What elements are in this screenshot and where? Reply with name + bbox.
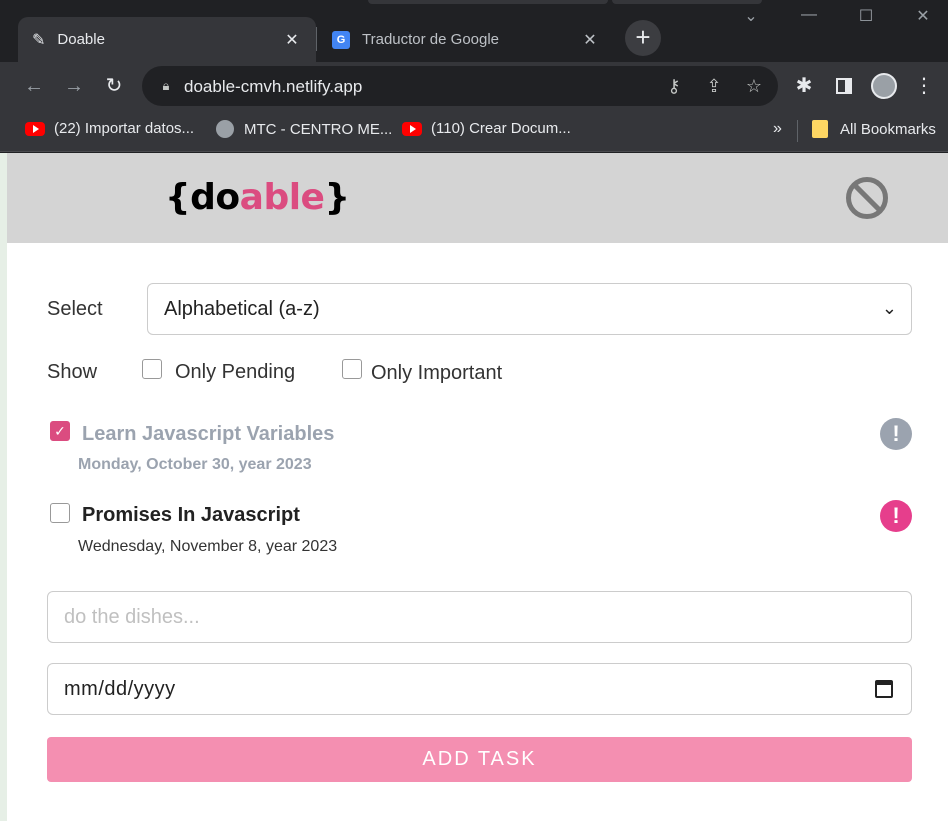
- tab-google-translate[interactable]: G Traductor de Google ✕: [318, 17, 614, 62]
- sort-label: Select: [47, 298, 103, 320]
- address-bar[interactable]: 🔒︎ doable-cmvh.netlify.app ⚷ ⇪ ☆: [142, 66, 778, 106]
- extensions-icon[interactable]: ✱: [790, 72, 818, 100]
- reload-icon[interactable]: ↻: [100, 72, 128, 100]
- tabstrip-edge: [368, 0, 608, 4]
- bookmarks-bar: (22) Importar datos... MTC - CENTRO ME..…: [0, 110, 948, 152]
- close-window-icon[interactable]: ✕: [908, 6, 938, 26]
- tab-title: Traductor de Google: [362, 31, 500, 48]
- window-edge: [0, 153, 7, 821]
- url-text: doable-cmvh.netlify.app: [184, 77, 363, 96]
- bookmark-item[interactable]: MTC - CENTRO ME...: [216, 120, 392, 138]
- new-tab-button[interactable]: +: [625, 20, 661, 56]
- tab-close-button[interactable]: ✕: [580, 30, 600, 50]
- maximize-icon[interactable]: ☐: [851, 6, 881, 26]
- app-header: {doable}: [7, 153, 948, 243]
- bookmark-label: (110) Crear Docum...: [431, 120, 571, 137]
- tab-title: Doable: [57, 31, 105, 48]
- app-logo: {doable}: [165, 177, 350, 218]
- pencil-icon: ✎: [32, 31, 46, 49]
- sort-select-value: Alphabetical (a-z): [164, 298, 320, 320]
- sort-select[interactable]: Alphabetical (a-z) ⌄: [147, 283, 912, 335]
- task-title-input[interactable]: do the dishes...: [47, 591, 912, 643]
- globe-icon: [216, 120, 234, 138]
- profile-avatar[interactable]: [870, 72, 898, 100]
- back-icon[interactable]: ←: [20, 72, 48, 100]
- all-bookmarks-button[interactable]: All Bookmarks: [812, 120, 936, 138]
- star-icon[interactable]: ☆: [742, 74, 766, 98]
- bookmark-label: MTC - CENTRO ME...: [244, 120, 393, 138]
- share-icon[interactable]: ⇪: [702, 74, 726, 98]
- tab-search-icon[interactable]: ⌄: [736, 6, 766, 26]
- task-title-placeholder: do the dishes...: [64, 606, 200, 628]
- bookmarks-overflow-button[interactable]: »: [773, 120, 782, 138]
- task-complete-checkbox[interactable]: ✓: [50, 421, 70, 441]
- tab-doable[interactable]: ✎ Doable ✕: [18, 17, 316, 62]
- browser-tabstrip: ✎ Doable ✕ G Traductor de Google ✕ + ⌄ —…: [0, 0, 948, 62]
- doable-app: {doable} Select Alphabetical (a-z) ⌄ Sho…: [7, 153, 948, 821]
- bookmark-item[interactable]: (22) Importar datos...: [25, 120, 194, 137]
- folder-icon: [812, 120, 828, 138]
- only-pending-checkbox[interactable]: [142, 359, 162, 379]
- add-task-button[interactable]: ADD TASK: [47, 737, 912, 782]
- lock-icon[interactable]: 🔒︎: [154, 74, 178, 98]
- minimize-icon[interactable]: —: [794, 6, 824, 24]
- only-important-label[interactable]: Only Important: [371, 362, 502, 385]
- key-icon[interactable]: ⚷: [662, 74, 686, 98]
- side-panel-icon[interactable]: [830, 72, 858, 100]
- tab-close-button[interactable]: ✕: [282, 30, 302, 50]
- show-label: Show: [47, 361, 98, 383]
- menu-icon[interactable]: ⋮: [910, 72, 938, 100]
- chevron-down-icon: ⌄: [881, 298, 897, 318]
- important-icon[interactable]: !: [880, 500, 912, 532]
- forward-icon[interactable]: →: [60, 72, 88, 100]
- bookmark-label: (22) Importar datos...: [54, 120, 195, 137]
- task-date: Monday, October 30, year 2023: [78, 456, 312, 473]
- google-translate-icon: G: [332, 30, 350, 49]
- browser-toolbar: ← → ↻ 🔒︎ doable-cmvh.netlify.app ⚷ ⇪ ☆ ✱…: [0, 62, 948, 110]
- task-date: Wednesday, November 8, year 2023: [78, 538, 338, 555]
- important-icon[interactable]: !: [880, 418, 912, 450]
- bookmarks-divider: [797, 120, 798, 142]
- only-pending-label[interactable]: Only Pending: [175, 361, 295, 384]
- task-complete-checkbox[interactable]: [50, 503, 70, 523]
- tabstrip-edge: [612, 0, 762, 4]
- task-title: Promises In Javascript: [82, 504, 300, 526]
- youtube-icon: [402, 121, 422, 136]
- all-bookmarks-label: All Bookmarks: [840, 120, 936, 138]
- only-important-checkbox[interactable]: [342, 359, 362, 379]
- youtube-icon: [25, 121, 45, 136]
- tab-divider: [316, 27, 317, 51]
- ban-icon[interactable]: [846, 177, 888, 219]
- calendar-icon[interactable]: [875, 680, 893, 698]
- bookmark-item[interactable]: (110) Crear Docum...: [402, 120, 571, 137]
- task-date-value: mm/dd/yyyy: [64, 678, 176, 700]
- task-date-input[interactable]: mm/dd/yyyy: [47, 663, 912, 715]
- task-title: Learn Javascript Variables: [82, 423, 335, 445]
